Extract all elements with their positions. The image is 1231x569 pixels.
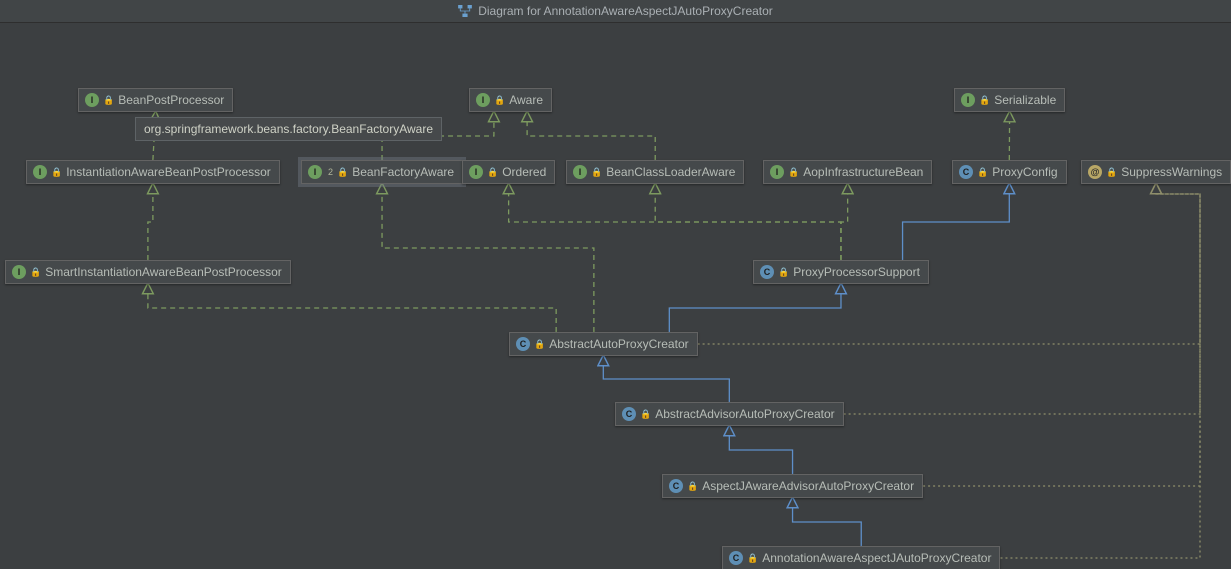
node-label: BeanClassLoaderAware — [606, 165, 735, 179]
lock-icon: 🔒 — [30, 267, 41, 278]
interface-icon: I — [573, 165, 587, 179]
class-icon: C — [760, 265, 774, 279]
node-BeanPostProcessor[interactable]: I 🔒 BeanPostProcessor — [78, 88, 233, 112]
node-AnnotationAwareAspectJAutoProxyCreator[interactable]: C 🔒 AnnotationAwareAspectJAutoProxyCreator — [722, 546, 1000, 569]
node-label: AbstractAdvisorAutoProxyCreator — [655, 407, 834, 421]
node-label: BeanFactoryAware — [352, 165, 454, 179]
lock-icon: 🔒 — [1106, 167, 1117, 178]
node-AspectJAwareAdvisorAutoProxyCreator[interactable]: C 🔒 AspectJAwareAdvisorAutoProxyCreator — [662, 474, 923, 498]
interface-icon: I — [469, 165, 483, 179]
annotation-icon: @ — [1088, 165, 1102, 179]
node-label: BeanPostProcessor — [118, 93, 224, 107]
node-ProxyProcessorSupport[interactable]: C 🔒 ProxyProcessorSupport — [753, 260, 929, 284]
window-title: Diagram for AnnotationAwareAspectJAutoPr… — [478, 4, 773, 18]
interface-icon: I — [770, 165, 784, 179]
node-AbstractAdvisorAutoProxyCreator[interactable]: C 🔒 AbstractAdvisorAutoProxyCreator — [615, 402, 844, 426]
node-label: SmartInstantiationAwareBeanPostProcessor — [45, 265, 282, 279]
lock-icon: 🔒 — [337, 167, 348, 178]
lock-icon: 🔒 — [788, 167, 799, 178]
title-bar: Diagram for AnnotationAwareAspectJAutoPr… — [0, 0, 1231, 23]
node-label: ProxyConfig — [992, 165, 1057, 179]
interface-icon: I — [85, 93, 99, 107]
node-AopInfrastructureBean[interactable]: I 🔒 AopInfrastructureBean — [763, 160, 932, 184]
node-BeanFactoryAware[interactable]: I2🔒BeanFactoryAware — [301, 160, 463, 184]
class-icon: C — [622, 407, 636, 421]
node-label: AopInfrastructureBean — [803, 165, 923, 179]
node-BeanClassLoaderAware[interactable]: I 🔒 BeanClassLoaderAware — [566, 160, 744, 184]
interface-icon: I — [961, 93, 975, 107]
node-label: AnnotationAwareAspectJAutoProxyCreator — [762, 551, 991, 565]
lock-icon: 🔒 — [747, 553, 758, 564]
tooltip: org.springframework.beans.factory.BeanFa… — [135, 117, 442, 141]
node-ProxyConfig[interactable]: C 🔒 ProxyConfig — [952, 160, 1067, 184]
lock-icon: 🔒 — [979, 95, 990, 106]
node-label: InstantiationAwareBeanPostProcessor — [66, 165, 271, 179]
diagram-icon — [458, 5, 472, 17]
lock-icon: 🔒 — [494, 95, 505, 106]
lock-icon: 🔒 — [640, 409, 651, 420]
lock-icon: 🔒 — [778, 267, 789, 278]
interface-icon: I — [33, 165, 47, 179]
node-Ordered[interactable]: I 🔒 Ordered — [462, 160, 555, 184]
interface-icon: I — [12, 265, 26, 279]
node-SuppressWarnings[interactable]: @ 🔒 SuppressWarnings — [1081, 160, 1231, 184]
node-label: AspectJAwareAdvisorAutoProxyCreator — [702, 479, 914, 493]
lock-icon: 🔒 — [977, 167, 988, 178]
lock-icon: 🔒 — [103, 95, 114, 106]
node-SmartInstantiationAwareBeanPostProcessor[interactable]: I 🔒 SmartInstantiationAwareBeanPostProcess… — [5, 260, 291, 284]
node-Serializable[interactable]: I 🔒 Serializable — [954, 88, 1065, 112]
lock-icon: 🔒 — [591, 167, 602, 178]
lock-icon: 🔒 — [534, 339, 545, 350]
node-AbstractAutoProxyCreator[interactable]: C 🔒 AbstractAutoProxyCreator — [509, 332, 698, 356]
lock-icon: 🔒 — [687, 481, 698, 492]
node-label: AbstractAutoProxyCreator — [549, 337, 688, 351]
class-icon: C — [959, 165, 973, 179]
class-icon: C — [516, 337, 530, 351]
class-icon: C — [669, 479, 683, 493]
node-label: Serializable — [994, 93, 1056, 107]
node-label: ProxyProcessorSupport — [793, 265, 920, 279]
node-InstantiationAwareBeanPostProcessor[interactable]: I 🔒 InstantiationAwareBeanPostProcessor — [26, 160, 280, 184]
tooltip-text: org.springframework.beans.factory.BeanFa… — [144, 122, 433, 136]
node-label: SuppressWarnings — [1121, 165, 1222, 179]
class-icon: C — [729, 551, 743, 565]
interface-icon: I — [476, 93, 490, 107]
node-Aware[interactable]: I 🔒 Aware — [469, 88, 552, 112]
node-label: Aware — [509, 93, 543, 107]
node-label: Ordered — [502, 165, 546, 179]
lock-icon: 🔒 — [51, 167, 62, 178]
lock-icon: 🔒 — [487, 167, 498, 178]
diagram-canvas[interactable]: Diagram for AnnotationAwareAspectJAutoPr… — [0, 0, 1231, 569]
interface-icon: I — [308, 165, 322, 179]
